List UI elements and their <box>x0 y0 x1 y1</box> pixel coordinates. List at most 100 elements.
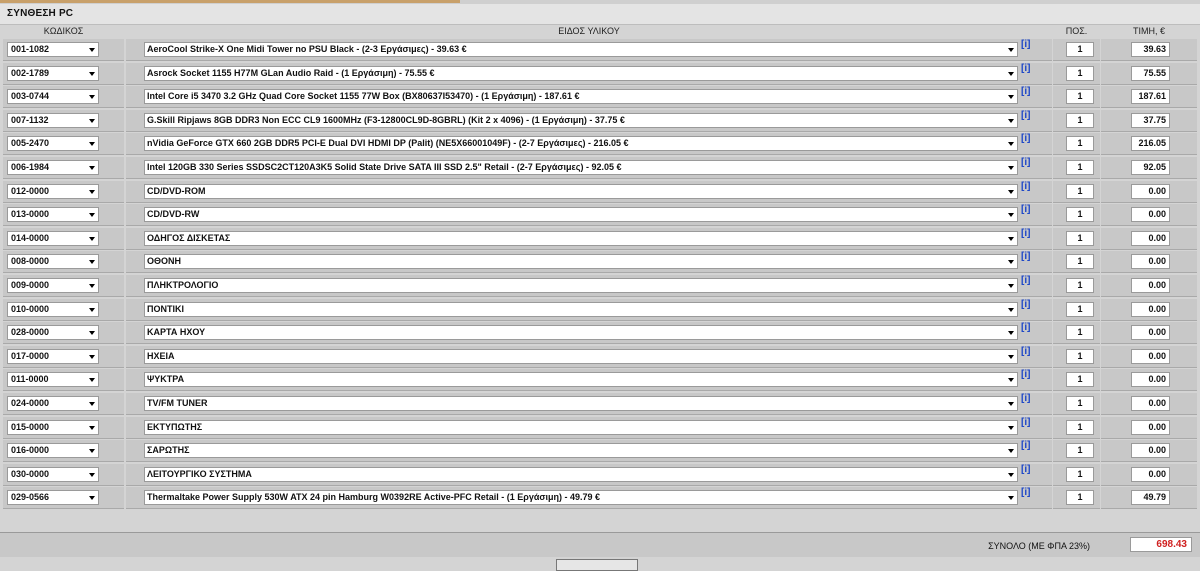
code-cell: 001-1082 <box>3 39 124 61</box>
qty-cell: 1 <box>1053 322 1100 345</box>
item-select[interactable]: ΣΑΡΩΤΗΣ <box>144 443 1018 459</box>
code-select[interactable]: 028-0000 <box>7 325 99 341</box>
code-cell: 012-0000 <box>3 180 124 203</box>
info-icon[interactable]: [i] <box>1021 110 1030 122</box>
code-value: 029-0566 <box>11 492 50 503</box>
quantity-input[interactable]: 1 <box>1066 466 1094 482</box>
code-select[interactable]: 012-0000 <box>7 183 99 199</box>
item-select[interactable]: ΨΥΚΤΡΑ <box>144 372 1018 388</box>
info-icon[interactable]: [i] <box>1021 157 1030 169</box>
info-icon[interactable]: [i] <box>1021 204 1030 216</box>
code-select[interactable]: 014-0000 <box>7 230 99 246</box>
quantity-input[interactable]: 1 <box>1066 278 1094 293</box>
code-select[interactable]: 002-1789 <box>7 65 99 81</box>
item-select[interactable]: ΠΛΗΚΤΡΟΛΟΓΙΟ <box>144 278 1018 293</box>
quantity-input[interactable]: 1 <box>1066 136 1094 152</box>
item-select[interactable]: ΗΧΕΙΑ <box>144 348 1018 364</box>
quantity-input[interactable]: 1 <box>1066 65 1094 81</box>
code-select[interactable]: 029-0566 <box>7 490 99 506</box>
item-select[interactable]: CD/DVD-ROM <box>144 183 1018 199</box>
info-icon[interactable]: [i] <box>1021 181 1030 193</box>
chevron-down-icon <box>1008 449 1014 454</box>
code-select[interactable]: 013-0000 <box>7 207 99 223</box>
bottom-button[interactable] <box>556 559 638 571</box>
item-select[interactable]: ΛΕΙΤΟΥΡΓΙΚΟ ΣΥΣΤΗΜΑ <box>144 466 1018 482</box>
quantity-input[interactable]: 1 <box>1066 183 1094 199</box>
info-icon[interactable]: [i] <box>1021 322 1030 334</box>
item-select[interactable]: AeroCool Strike-X One Midi Tower no PSU … <box>144 42 1018 57</box>
item-value: Intel 120GB 330 Series SSDSC2CT120A3K5 S… <box>147 162 622 172</box>
quantity-input[interactable]: 1 <box>1066 419 1094 435</box>
quantity-input[interactable]: 1 <box>1066 348 1094 364</box>
item-select[interactable]: Thermaltake Power Supply 530W ATX 24 pin… <box>144 490 1018 506</box>
quantity-input[interactable]: 1 <box>1066 42 1094 57</box>
chevron-down-icon <box>1008 496 1014 501</box>
code-select[interactable]: 009-0000 <box>7 278 99 293</box>
info-icon[interactable]: [i] <box>1021 86 1030 98</box>
info-icon[interactable]: [i] <box>1021 487 1030 499</box>
quantity-input[interactable]: 1 <box>1066 372 1094 388</box>
chevron-down-icon <box>89 142 95 147</box>
quantity-input[interactable]: 1 <box>1066 207 1094 223</box>
info-icon[interactable]: [i] <box>1021 440 1030 452</box>
quantity-input[interactable]: 1 <box>1066 396 1094 411</box>
code-select[interactable]: 010-0000 <box>7 301 99 317</box>
code-cell: 007-1132 <box>3 109 124 132</box>
chevron-down-icon <box>1008 307 1014 312</box>
code-select[interactable]: 008-0000 <box>7 254 99 270</box>
info-icon[interactable]: [i] <box>1021 63 1030 75</box>
code-select[interactable]: 005-2470 <box>7 136 99 152</box>
code-select[interactable]: 030-0000 <box>7 466 99 482</box>
item-select[interactable]: Intel Core i5 3470 3.2 GHz Quad Core Soc… <box>144 89 1018 105</box>
item-select[interactable]: nVidia GeForce GTX 660 2GB DDR5 PCI-E Du… <box>144 136 1018 152</box>
quantity-input[interactable]: 1 <box>1066 301 1094 317</box>
quantity-input[interactable]: 1 <box>1066 230 1094 246</box>
item-select[interactable]: ΟΔΗΓΟΣ ΔΙΣΚΕΤΑΣ <box>144 230 1018 246</box>
quantity-input[interactable]: 1 <box>1066 443 1094 459</box>
qty-cell: 1 <box>1053 487 1100 510</box>
code-value: 003-0744 <box>11 91 50 102</box>
quantity-input[interactable]: 1 <box>1066 160 1094 175</box>
code-cell: 029-0566 <box>3 487 124 510</box>
quantity-input[interactable]: 1 <box>1066 490 1094 506</box>
code-value: 001-1082 <box>11 44 50 54</box>
info-icon[interactable]: [i] <box>1021 133 1030 145</box>
code-select[interactable]: 017-0000 <box>7 348 99 364</box>
code-select[interactable]: 001-1082 <box>7 42 99 57</box>
item-select[interactable]: Asrock Socket 1155 H77M GLan Audio Raid … <box>144 65 1018 81</box>
info-icon[interactable]: [i] <box>1021 369 1030 381</box>
item-select[interactable]: CD/DVD-RW <box>144 207 1018 223</box>
item-select[interactable]: TV/FM TUNER <box>144 396 1018 411</box>
info-icon[interactable]: [i] <box>1021 393 1030 405</box>
code-select[interactable]: 006-1984 <box>7 160 99 175</box>
info-icon[interactable]: [i] <box>1021 39 1030 51</box>
item-select[interactable]: ΚΑΡΤΑ ΗΧΟΥ <box>144 325 1018 341</box>
item-value: G.Skill Ripjaws 8GB DDR3 Non ECC CL9 160… <box>147 114 625 125</box>
code-select[interactable]: 011-0000 <box>7 372 99 388</box>
info-icon[interactable]: [i] <box>1021 417 1030 429</box>
info-icon[interactable]: [i] <box>1021 228 1030 240</box>
item-select[interactable]: Intel 120GB 330 Series SSDSC2CT120A3K5 S… <box>144 160 1018 175</box>
code-select[interactable]: 024-0000 <box>7 396 99 411</box>
quantity-input[interactable]: 1 <box>1066 89 1094 105</box>
code-select[interactable]: 007-1132 <box>7 112 99 128</box>
item-select[interactable]: G.Skill Ripjaws 8GB DDR3 Non ECC CL9 160… <box>144 112 1018 128</box>
item-select[interactable]: ΕΚΤΥΠΩΤΗΣ <box>144 419 1018 435</box>
item-select[interactable]: ΠΟΝΤΙΚΙ <box>144 301 1018 317</box>
chevron-down-icon <box>1008 284 1014 288</box>
quantity-input[interactable]: 1 <box>1066 325 1094 341</box>
quantity-input[interactable]: 1 <box>1066 254 1094 270</box>
code-cell: 008-0000 <box>3 251 124 274</box>
code-select[interactable]: 016-0000 <box>7 443 99 459</box>
code-select[interactable]: 003-0744 <box>7 89 99 105</box>
info-icon[interactable]: [i] <box>1021 299 1030 311</box>
info-icon[interactable]: [i] <box>1021 346 1030 358</box>
item-value: ΕΚΤΥΠΩΤΗΣ <box>147 421 203 432</box>
code-select[interactable]: 015-0000 <box>7 419 99 435</box>
info-icon[interactable]: [i] <box>1021 464 1030 476</box>
quantity-input[interactable]: 1 <box>1066 112 1094 128</box>
info-icon[interactable]: [i] <box>1021 275 1030 287</box>
item-select[interactable]: ΟΘΟΝΗ <box>144 254 1018 270</box>
info-icon[interactable]: [i] <box>1021 251 1030 263</box>
qty-cell: 1 <box>1053 345 1100 368</box>
